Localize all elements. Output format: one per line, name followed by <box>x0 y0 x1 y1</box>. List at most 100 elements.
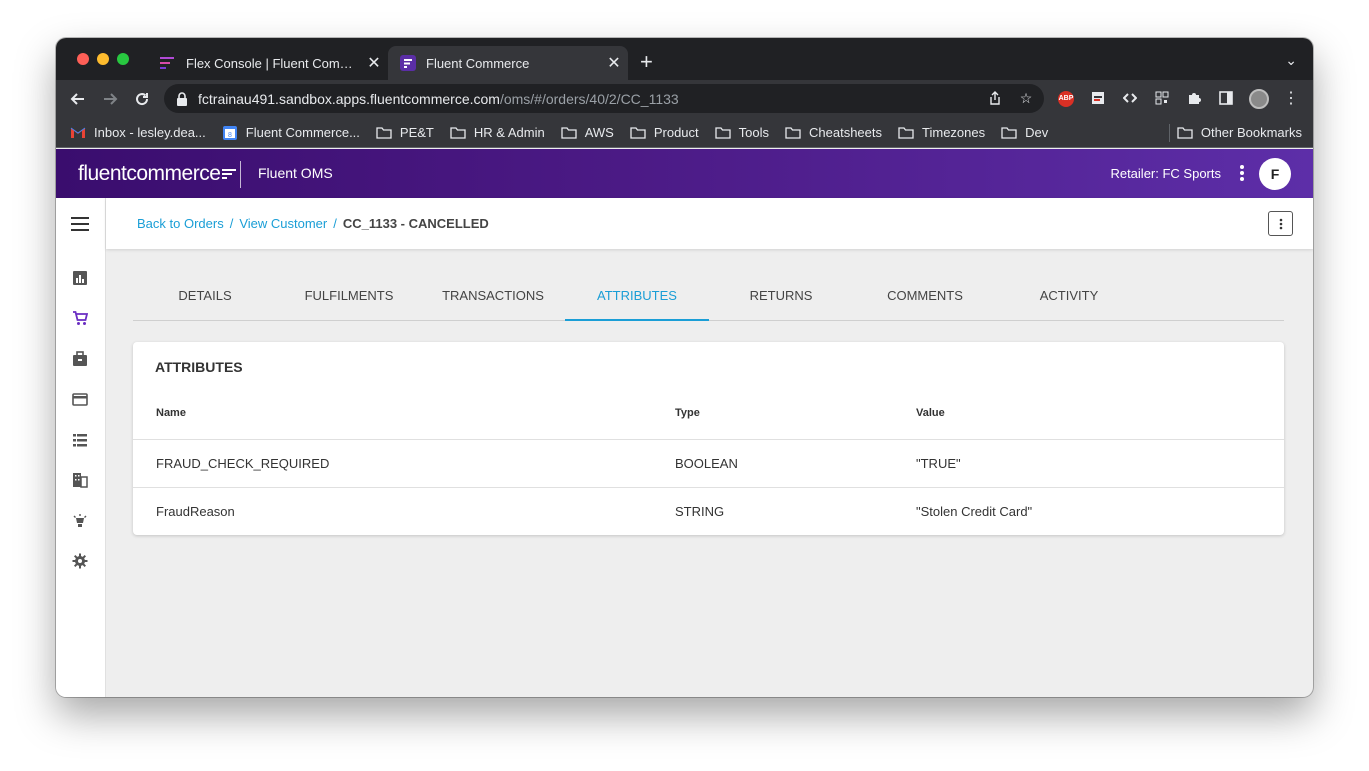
extension-icon[interactable] <box>1090 91 1106 107</box>
bookmark-label: PE&T <box>399 125 434 140</box>
reload-icon[interactable] <box>131 88 153 110</box>
fluent-commerce-logo[interactable]: fluentcommerce <box>78 162 238 186</box>
bookmark-folder-pet[interactable]: PE&T <box>376 125 434 140</box>
lightbulb-icon[interactable] <box>72 513 88 529</box>
header-divider <box>240 161 241 188</box>
browser-menu-icon[interactable]: ⋮ <box>1283 91 1299 107</box>
tab-fulfilments[interactable]: FULFILMENTS <box>277 279 421 321</box>
flex-console-favicon-icon <box>160 55 176 71</box>
card-icon[interactable] <box>72 391 88 407</box>
bookmark-fluent-calendar[interactable]: 8 Fluent Commerce... <box>222 125 360 141</box>
sidebar <box>56 198 106 697</box>
calendar-icon: 8 <box>222 125 237 140</box>
minimize-window-button[interactable] <box>97 53 109 65</box>
breadcrumb-separator: / <box>229 216 234 231</box>
folder-icon <box>561 127 577 139</box>
browser-window: Flex Console | Fluent Commerce ✕ Fluent … <box>56 38 1313 697</box>
adblock-plus-icon[interactable]: ABP <box>1058 91 1074 107</box>
browser-tab-flex-console[interactable]: Flex Console | Fluent Commerce ✕ <box>148 46 388 80</box>
other-bookmarks-label: Other Bookmarks <box>1200 125 1302 140</box>
back-arrow-icon[interactable] <box>67 88 89 110</box>
bookmark-label: Product <box>653 125 699 140</box>
tab-attributes[interactable]: ATTRIBUTES <box>565 279 709 321</box>
svg-text:8: 8 <box>228 132 232 139</box>
close-window-button[interactable] <box>77 53 89 65</box>
bookmark-folder-tools[interactable]: Tools <box>715 125 769 140</box>
browser-tab-title: Flex Console | Fluent Commerce <box>186 55 360 71</box>
qr-code-icon[interactable] <box>1154 91 1170 107</box>
settings-gear-icon[interactable] <box>72 553 88 569</box>
order-tabs: DETAILS FULFILMENTS TRANSACTIONS ATTRIBU… <box>133 279 1284 321</box>
browser-tab-fluent-commerce[interactable]: Fluent Commerce ✕ <box>388 46 628 80</box>
breadcrumb-current-order: CC_1133 - CANCELLED <box>342 216 489 231</box>
bookmark-folder-dev[interactable]: Dev <box>1001 125 1048 140</box>
column-header-type: Type <box>675 407 700 419</box>
tab-comments[interactable]: COMMENTS <box>853 279 997 321</box>
briefcase-icon[interactable] <box>72 351 88 367</box>
bookmark-label: Inbox - lesley.dea... <box>94 125 206 140</box>
app-header: fluentcommerce Fluent OMS Retailer: FC S… <box>56 149 1313 198</box>
tab-activity[interactable]: ACTIVITY <box>997 279 1141 321</box>
list-icon[interactable] <box>72 432 88 448</box>
logo-mark-icon <box>222 169 237 180</box>
share-icon[interactable] <box>987 91 1003 107</box>
user-avatar[interactable]: F <box>1259 158 1291 190</box>
attribute-type: BOOLEAN <box>675 456 738 471</box>
more-vertical-icon <box>1279 218 1282 229</box>
folder-icon <box>630 127 646 139</box>
maximize-window-button[interactable] <box>117 53 129 65</box>
tab-strip: Flex Console | Fluent Commerce ✕ Fluent … <box>56 38 1313 80</box>
attributes-card-title: ATTRIBUTES <box>155 359 243 375</box>
bookmark-folder-timezones[interactable]: Timezones <box>898 125 985 140</box>
column-header-value: Value <box>916 407 945 419</box>
browser-tab-title: Fluent Commerce <box>426 55 530 71</box>
shopping-cart-icon[interactable] <box>72 310 88 326</box>
breadcrumb-view-customer[interactable]: View Customer <box>239 216 327 231</box>
bookmarks-bar: Inbox - lesley.dea... 8 Fluent Commerce.… <box>56 118 1313 148</box>
dashboard-chart-icon[interactable] <box>72 270 88 286</box>
menu-hamburger-icon[interactable] <box>71 217 89 231</box>
other-bookmarks[interactable]: Other Bookmarks <box>1177 125 1302 140</box>
bookmark-label: HR & Admin <box>473 125 545 140</box>
bookmark-label: Timezones <box>922 125 986 140</box>
tab-details[interactable]: DETAILS <box>133 279 277 321</box>
side-panel-icon[interactable] <box>1218 91 1234 107</box>
new-tab-icon[interactable]: + <box>640 51 653 73</box>
bookmarks-divider <box>1169 124 1170 142</box>
attribute-value: "Stolen Credit Card" <box>916 504 1033 519</box>
tab-returns[interactable]: RETURNS <box>709 279 853 321</box>
bookmark-gmail[interactable]: Inbox - lesley.dea... <box>70 125 206 140</box>
tab-transactions[interactable]: TRANSACTIONS <box>421 279 565 321</box>
building-icon[interactable] <box>72 472 88 488</box>
close-tab-icon[interactable]: ✕ <box>360 53 388 73</box>
attributes-card: ATTRIBUTES Name Type Value FRAUD_CHECK_R… <box>133 342 1284 535</box>
forward-arrow-icon[interactable] <box>99 88 121 110</box>
breadcrumb-back-to-orders[interactable]: Back to Orders <box>137 216 224 231</box>
header-more-icon[interactable] <box>1239 164 1245 182</box>
bookmark-label: Tools <box>738 125 770 140</box>
gmail-icon <box>70 127 86 138</box>
bookmark-label: AWS <box>584 125 614 140</box>
attribute-name: FRAUD_CHECK_REQUIRED <box>156 456 330 471</box>
app-name: Fluent OMS <box>258 165 333 181</box>
address-bar[interactable]: fctrainau491.sandbox.apps.fluentcommerce… <box>164 84 1044 113</box>
bookmark-star-icon[interactable]: ☆ <box>1018 90 1034 106</box>
close-tab-icon[interactable]: ✕ <box>600 53 628 73</box>
puzzle-extensions-icon[interactable] <box>1186 91 1202 107</box>
bookmark-folder-hr-admin[interactable]: HR & Admin <box>450 125 545 140</box>
table-row: FRAUD_CHECK_REQUIRED BOOLEAN "TRUE" <box>133 439 1284 487</box>
folder-icon <box>376 127 392 139</box>
lock-icon <box>177 91 187 106</box>
order-actions-button[interactable] <box>1268 211 1293 236</box>
bookmark-folder-aws[interactable]: AWS <box>561 125 614 140</box>
code-extension-icon[interactable] <box>1122 91 1138 107</box>
breadcrumb-separator: / <box>333 216 337 231</box>
bookmark-label: Dev <box>1025 125 1049 140</box>
bookmark-folder-cheatsheets[interactable]: Cheatsheets <box>785 125 882 140</box>
profile-avatar[interactable] <box>1249 89 1269 109</box>
retailer-selector[interactable]: Retailer: FC Sports <box>1110 166 1221 181</box>
bookmark-folder-product[interactable]: Product <box>630 125 699 140</box>
tab-search-chevron-icon[interactable]: ⌄ <box>1285 52 1297 69</box>
folder-icon <box>450 127 466 139</box>
bookmark-label: Fluent Commerce... <box>245 125 360 140</box>
